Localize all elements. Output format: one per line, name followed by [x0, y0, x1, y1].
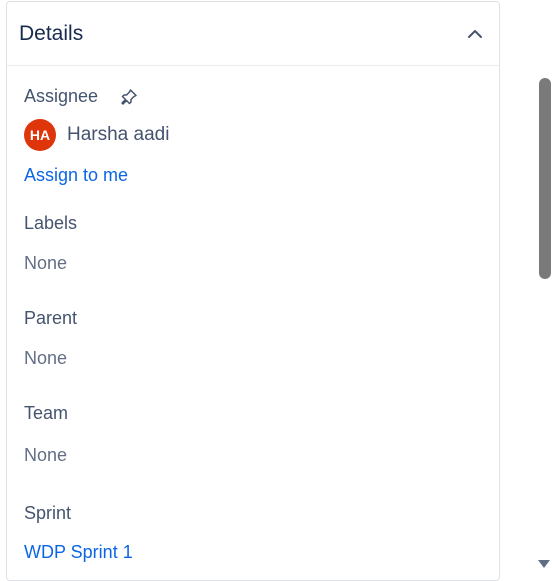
labels-value-field: None: [24, 253, 67, 274]
scrollbar-thumb[interactable]: [539, 78, 551, 279]
sprint-value-link[interactable]: WDP Sprint 1: [24, 542, 133, 562]
details-header[interactable]: Details: [7, 2, 499, 66]
assignee-user[interactable]: HA Harsha aadi: [24, 119, 324, 153]
team-field: Team: [24, 403, 68, 424]
scroll-down-arrow-icon[interactable]: [538, 560, 550, 568]
avatar: HA: [24, 119, 56, 151]
pin-icon[interactable]: [120, 88, 138, 106]
assign-to-me-field: Assign to me: [24, 165, 128, 186]
sprint-value-field: WDP Sprint 1: [24, 542, 133, 563]
collapse-button[interactable]: [465, 24, 485, 44]
scrollbar[interactable]: [534, 0, 552, 574]
chevron-up-icon: [468, 30, 482, 38]
team-value[interactable]: None: [24, 445, 67, 465]
team-value-field: None: [24, 445, 67, 466]
details-panel: Details Assignee HA Harsha aadi Assign t…: [6, 1, 500, 581]
parent-label: Parent: [24, 308, 78, 328]
sprint-label: Sprint: [24, 503, 72, 523]
labels-field: Labels: [24, 213, 77, 234]
parent-value-field: None: [24, 348, 67, 369]
assignee-label: Assignee: [24, 86, 99, 106]
panel-title: Details: [19, 22, 84, 45]
labels-value[interactable]: None: [24, 253, 67, 273]
parent-value[interactable]: None: [24, 348, 67, 368]
assignee-field: Assignee: [24, 86, 137, 107]
labels-label: Labels: [24, 213, 78, 233]
assign-to-me-link[interactable]: Assign to me: [24, 165, 128, 185]
assignee-name: Harsha aadi: [67, 124, 170, 145]
parent-field: Parent: [24, 308, 77, 329]
sprint-field: Sprint: [24, 503, 71, 524]
team-label: Team: [24, 403, 69, 423]
